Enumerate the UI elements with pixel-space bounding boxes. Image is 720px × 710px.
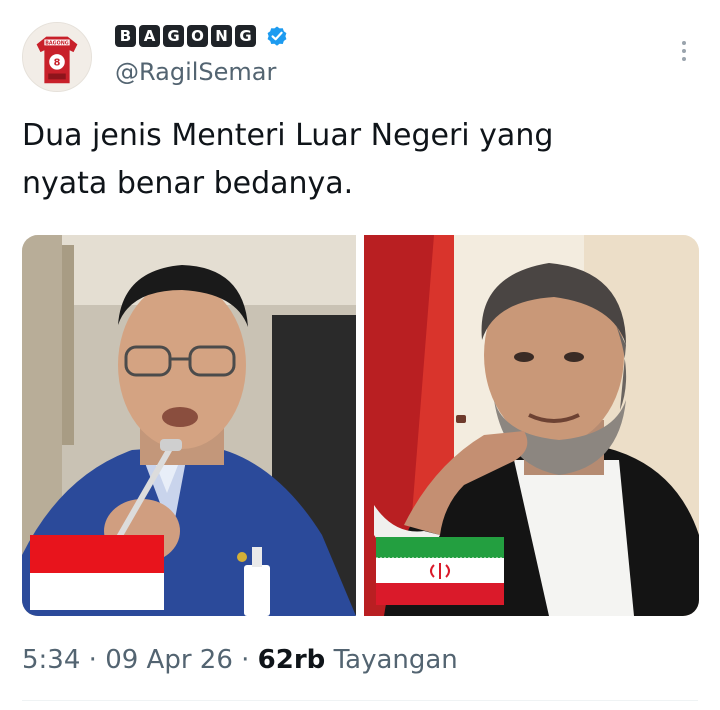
name-letter: G xyxy=(163,25,184,47)
avatar-jersey-number: 8 xyxy=(54,58,61,69)
iran-flag-green xyxy=(376,537,504,558)
tweet-media[interactable] xyxy=(22,235,699,616)
tweet-time[interactable]: 5:34 xyxy=(22,645,80,675)
more-dot xyxy=(682,57,686,61)
views-spacer xyxy=(325,645,333,675)
divider xyxy=(22,700,698,701)
indonesia-flag-white xyxy=(30,573,164,610)
tweet-card[interactable]: BAGONG 8 B A G O N G @RagilSemar Dua jen… xyxy=(0,0,720,710)
more-dot xyxy=(682,49,686,53)
avatar-image: BAGONG 8 xyxy=(23,23,91,91)
author-display-name[interactable]: B A G O N G xyxy=(115,25,256,47)
name-letter: N xyxy=(211,25,232,47)
views-count[interactable]: 62rb xyxy=(258,645,326,675)
tweet-text: Dua jenis Menteri Luar Negeri yang nyata… xyxy=(22,118,554,201)
tweet-date[interactable]: 09 Apr 26 xyxy=(105,645,233,675)
photo-iran-minister xyxy=(364,235,699,616)
meta-separator: · xyxy=(80,645,106,675)
photo-indonesia-minister xyxy=(22,235,356,616)
meta-separator: · xyxy=(232,645,258,675)
more-dot xyxy=(682,41,686,45)
name-letter: G xyxy=(235,25,256,47)
name-letter: O xyxy=(187,25,208,47)
tweet-meta: 5:34 · 09 Apr 26 · 62rb Tayangan xyxy=(22,645,458,675)
avatar[interactable]: BAGONG 8 xyxy=(22,22,92,92)
media-photo-left[interactable] xyxy=(22,235,356,616)
views-label: Tayangan xyxy=(333,645,458,675)
indonesia-flag-red xyxy=(30,535,164,573)
media-photo-right[interactable] xyxy=(364,235,699,616)
verified-badge-icon[interactable] xyxy=(265,24,289,48)
iran-flag-red xyxy=(376,583,504,605)
author-name-row[interactable]: B A G O N G xyxy=(115,24,289,48)
avatar-jersey-text: BAGONG xyxy=(45,40,69,46)
more-options-icon[interactable] xyxy=(672,36,696,66)
name-letter: B xyxy=(115,25,136,47)
name-letter: A xyxy=(139,25,160,47)
author-handle[interactable]: @RagilSemar xyxy=(115,58,276,86)
